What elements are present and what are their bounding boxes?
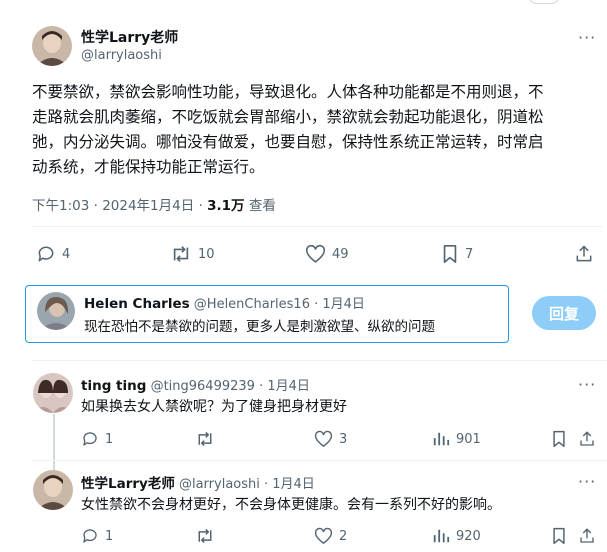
meta-divider <box>32 226 602 227</box>
views-chart-icon <box>433 432 450 446</box>
main-tweet-line: 不要禁欲，禁欲会影响性功能，导致退化。人体各种功能都是不用则退，不 <box>32 83 544 101</box>
main-author-avatar[interactable] <box>32 26 72 66</box>
reply2-header: 性学Larry老师 @larrylaoshi · 1月4日 <box>81 472 315 492</box>
main-tweet-line: 动系统，才能保持功能正常运行。 <box>32 158 265 176</box>
views-count: 3.1万 <box>207 198 245 214</box>
reply2-bookmark-action[interactable] <box>551 525 573 547</box>
heart-icon <box>305 244 326 263</box>
bookmark-icon <box>443 245 457 263</box>
reply2-reply-count: 1 <box>105 528 114 544</box>
reply-action[interactable]: 4 <box>36 243 70 265</box>
share-action[interactable] <box>574 243 600 265</box>
reply-input-text[interactable]: 现在恐怕不是禁欲的问题，更多人是刺激欲望、纵欲的问题 <box>84 315 435 335</box>
reply-divider <box>32 460 607 461</box>
main-tweet-line: 弛，内分泌失调。哪怕没有做爱，也要自慰，保持性系统正常运转，时常启 <box>32 133 544 151</box>
retweet-count: 10 <box>198 246 215 262</box>
reply1-author-handle[interactable]: @ting96499239 · 1月4日 <box>151 379 310 394</box>
reply1-reply-count: 1 <box>105 431 114 447</box>
main-author-handle[interactable]: @larrylaoshi <box>81 48 162 63</box>
reply2-author-avatar[interactable] <box>33 470 73 510</box>
more-options-icon[interactable]: ··· <box>578 375 596 394</box>
quoted-author-avatar[interactable] <box>37 292 75 330</box>
reply-icon <box>83 529 97 543</box>
reply1-views-action[interactable]: 901 <box>432 428 481 450</box>
tweet-timestamp[interactable]: 下午1:03 · 2024年1月4日 · <box>32 198 207 214</box>
more-options-icon[interactable]: ··· <box>578 28 596 47</box>
avatar-image-icon <box>32 26 72 66</box>
reply1-author-name[interactable]: ting ting <box>81 378 146 394</box>
reply-icon <box>38 246 54 262</box>
reply-count: 4 <box>62 246 71 262</box>
reply-icon <box>83 432 97 446</box>
top-edge <box>0 0 607 10</box>
quoted-author-name[interactable]: Helen Charles <box>84 296 190 312</box>
reply2-retweet-action[interactable] <box>195 525 221 547</box>
reply2-like-count: 2 <box>339 528 348 544</box>
quoted-header: Helen Charles @HelenCharles16 · 1月4日 <box>84 293 365 312</box>
compose-divider <box>32 360 607 361</box>
reply1-reply-action[interactable]: 1 <box>81 428 113 450</box>
share-icon <box>576 245 592 262</box>
quoted-author-handle[interactable]: @HelenCharles16 · 1月4日 <box>194 297 365 312</box>
reply-submit-button[interactable]: 回复 <box>532 296 596 330</box>
reply2-text: 女性禁欲不会身材更好，不会身体更健康。会有一系列不好的影响。 <box>81 497 501 513</box>
reply2-views-action[interactable]: 920 <box>432 525 481 547</box>
tweet-meta: 下午1:03 · 2024年1月4日 · 3.1万 查看 <box>32 194 276 214</box>
main-tweet-line: 走路就会肌肉萎缩，不吃饭就会胃部缩小，禁欲就会勃起功能退化，阴道松 <box>32 108 544 126</box>
share-icon <box>580 528 594 543</box>
views-chart-icon <box>433 529 450 543</box>
more-options-icon[interactable]: ··· <box>578 472 596 491</box>
reply2-like-action[interactable]: 2 <box>314 525 347 547</box>
retweet-action[interactable]: 10 <box>170 243 215 265</box>
reply1-views-count: 901 <box>456 431 481 447</box>
reply1-share-action[interactable] <box>578 428 602 450</box>
bookmark-icon <box>553 527 565 545</box>
bookmark-count: 7 <box>465 246 474 262</box>
main-tweet-text: 不要禁欲，禁欲会影响性功能，导致退化。人体各种功能都是不用则退，不 走路就会肌肉… <box>32 80 602 180</box>
reply2-author-name[interactable]: 性学Larry老师 <box>81 476 175 492</box>
avatar-image-icon <box>37 292 75 330</box>
reply1-retweet-action[interactable] <box>195 428 221 450</box>
reply2-share-action[interactable] <box>578 525 602 547</box>
reply2-reply-action[interactable]: 1 <box>81 525 113 547</box>
main-author-name[interactable]: 性学Larry老师 <box>81 27 178 47</box>
like-action[interactable]: 49 <box>305 243 349 265</box>
reply1-bookmark-action[interactable] <box>551 428 573 450</box>
reply2-views-count: 920 <box>456 528 481 544</box>
heart-icon <box>314 527 333 545</box>
reply1-text: 如果换去女人禁欲呢？为了健身把身材更好 <box>81 399 347 415</box>
avatar-image-icon <box>33 373 73 413</box>
retweet-icon <box>198 431 212 447</box>
avatar-image-icon <box>33 470 73 510</box>
share-icon <box>580 431 594 446</box>
reply1-author-avatar[interactable] <box>33 373 73 413</box>
reply1-header: ting ting @ting96499239 · 1月4日 <box>81 375 310 394</box>
retweet-icon <box>173 246 189 262</box>
heart-icon <box>314 430 333 448</box>
reply2-author-handle[interactable]: @larrylaoshi · 1月4日 <box>179 477 315 492</box>
reply1-like-count: 3 <box>339 431 348 447</box>
bookmark-action[interactable]: 7 <box>441 243 473 265</box>
retweet-icon <box>198 528 212 544</box>
thread-connector <box>53 414 55 470</box>
like-count: 49 <box>332 246 349 262</box>
reply1-like-action[interactable]: 3 <box>314 428 347 450</box>
views-label: 查看 <box>244 198 276 214</box>
bookmark-icon <box>553 430 565 448</box>
